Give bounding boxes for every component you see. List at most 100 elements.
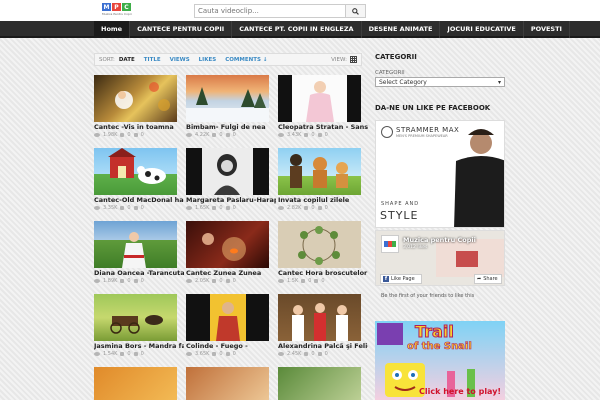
video-card: Colinde - Fuego - 3.65K 0 0 [186, 294, 269, 357]
views-icon [94, 279, 100, 283]
video-title[interactable]: Cleopatra Stratan - Sansa [278, 123, 368, 131]
likes-count: 0 [219, 205, 223, 211]
video-thumbnail[interactable] [94, 75, 177, 122]
video-title[interactable]: Margareta Paslaru-Harap [186, 196, 276, 204]
video-title[interactable]: Cantec-Old MacDonal had a [94, 196, 184, 204]
video-title[interactable]: Colinde - Fuego - [186, 342, 276, 350]
comments-count: 0 [140, 205, 144, 211]
fb-like-button[interactable]: f Like Page [380, 274, 422, 284]
game-ad-banner[interactable]: Trail of the Snail Click here to play! [375, 321, 505, 400]
video-title[interactable]: Invata copilul zilele [278, 196, 368, 204]
likes-icon [212, 352, 217, 356]
girl-in-field-image [122, 232, 146, 268]
video-thumbnail[interactable] [186, 75, 269, 122]
video-thumbnail[interactable] [278, 294, 361, 341]
views-icon [186, 279, 192, 283]
views-icon [94, 352, 100, 356]
video-thumbnail[interactable] [94, 221, 177, 268]
nav-jocuri-educative[interactable]: JOCURI EDUCATIVE [440, 21, 524, 38]
comments-count: 0 [140, 132, 144, 138]
site-logo[interactable]: M P C Muzica Pentru Copii [102, 3, 144, 18]
fb-page-name[interactable]: Muzica pentru Copii [403, 236, 476, 244]
video-title[interactable]: Cantec Hora broscutelor [278, 269, 368, 277]
grid-view-icon[interactable] [350, 56, 357, 63]
video-thumbnail[interactable] [94, 294, 177, 341]
search-form [194, 4, 366, 18]
fb-page-avatar[interactable] [381, 235, 399, 253]
likes-count: 0 [127, 351, 131, 357]
facebook-icon: f [383, 276, 389, 282]
comments-count: 0 [232, 205, 236, 211]
group-singers-image [292, 303, 348, 341]
video-card: Margareta Paslaru-Harap 1.65K 0 0 [186, 148, 276, 211]
likes-icon [120, 206, 125, 210]
comments-count: 0 [140, 351, 144, 357]
facebook-page-widget: Muzica pentru Copii 3,012 likes f Like P… [375, 230, 505, 286]
game-title-line1: Trail [415, 322, 455, 342]
video-thumbnail[interactable] [278, 148, 361, 195]
comments-count: 0 [324, 351, 328, 357]
video-thumbnail[interactable] [94, 367, 177, 400]
sort-views[interactable]: VIEWS [170, 57, 190, 63]
video-thumbnail[interactable] [278, 75, 361, 122]
video-title[interactable]: Alexandrina Palcă şi Felicia [278, 342, 368, 350]
nav-povesti[interactable]: POVESTI [524, 21, 570, 38]
search-input[interactable] [194, 4, 346, 18]
game-cta[interactable]: Click here to play! [419, 387, 501, 396]
views-icon [278, 206, 284, 210]
video-card: Invata copilul zilele 2.82K 0 0 [278, 148, 361, 211]
horse-cart-image [110, 315, 163, 334]
fb-likes-count: 3,012 likes [403, 245, 428, 250]
comments-icon [133, 279, 138, 283]
comments-icon [133, 352, 138, 356]
video-thumbnail[interactable] [278, 221, 361, 268]
fb-like-label: Like Page [391, 276, 415, 282]
category-select-value: Select Category [379, 78, 427, 86]
likes-icon [304, 133, 309, 137]
video-thumbnail[interactable] [94, 148, 177, 195]
nav-cantece-engleza[interactable]: CANTECE PT. COPII IN ENGLEZA [232, 21, 362, 38]
sort-label: SORT: [99, 56, 115, 63]
sort-likes[interactable]: LIKES [199, 57, 217, 63]
logo-subtitle: Muzica Pentru Copii [102, 12, 132, 16]
fb-share-button[interactable]: ➦ Share [474, 274, 502, 284]
video-thumbnail[interactable] [186, 148, 269, 195]
nav-home[interactable]: Home [94, 21, 131, 38]
singer-portrait-image [186, 148, 269, 195]
likes-icon [120, 133, 125, 137]
likes-count: 0 [127, 205, 131, 211]
facebook-heading: DA-NE UN LIKE PE FACEBOOK [375, 104, 491, 112]
video-thumbnail[interactable] [186, 367, 269, 400]
likes-count: 0 [219, 132, 223, 138]
comments-count: 0 [321, 278, 325, 284]
likes-count: 0 [311, 351, 315, 357]
video-title[interactable]: Cantec -Vis in toamna [94, 123, 184, 131]
video-stats: 2.45K 0 0 [278, 351, 328, 357]
video-title[interactable]: Bimbam- Fulgi de nea [186, 123, 276, 131]
video-grid: Cantec -Vis in toamna 1.98K 0 0 Bimbam- Fu… [94, 75, 368, 400]
likes-icon [304, 352, 309, 356]
video-card [186, 367, 269, 400]
nav-desene-animate[interactable]: DESENE ANIMATE [362, 21, 441, 38]
video-thumbnail[interactable] [278, 367, 361, 400]
sort-date[interactable]: DATE [119, 57, 135, 63]
sort-comments[interactable]: COMMENTS ↓ [225, 57, 267, 63]
categories-heading: CATEGORII [375, 53, 417, 61]
nav-cantece-pentru-copii[interactable]: CANTECE PENTRU COPII [130, 21, 233, 38]
advertisement-banner[interactable]: STRAMMER MAX MEN'S PREMIUM SHAPEWEAR SHA… [375, 120, 505, 228]
comments-count: 0 [232, 351, 236, 357]
video-card: Alexandrina Palcă şi Felicia 2.45K 0 0 [278, 294, 368, 357]
video-title[interactable]: Diana Oancea -Tarancuta, [94, 269, 184, 277]
likes-icon [212, 279, 217, 283]
video-title[interactable]: Jasmina Bors - Mandra fata [94, 342, 184, 350]
video-title[interactable]: Cantec Zunea Zunea [186, 269, 276, 277]
video-card: Bimbam- Fulgi de nea 4.22K 0 0 [186, 75, 269, 138]
video-thumbnail[interactable] [186, 221, 269, 268]
sort-title[interactable]: TITLE [144, 57, 161, 63]
search-button[interactable] [346, 4, 366, 18]
likes-icon [120, 352, 125, 356]
video-stats: 1.54K 0 0 [94, 351, 144, 357]
video-thumbnail[interactable] [186, 294, 269, 341]
likes-icon [212, 206, 217, 210]
category-select[interactable]: Select Category ▾ [375, 77, 505, 87]
